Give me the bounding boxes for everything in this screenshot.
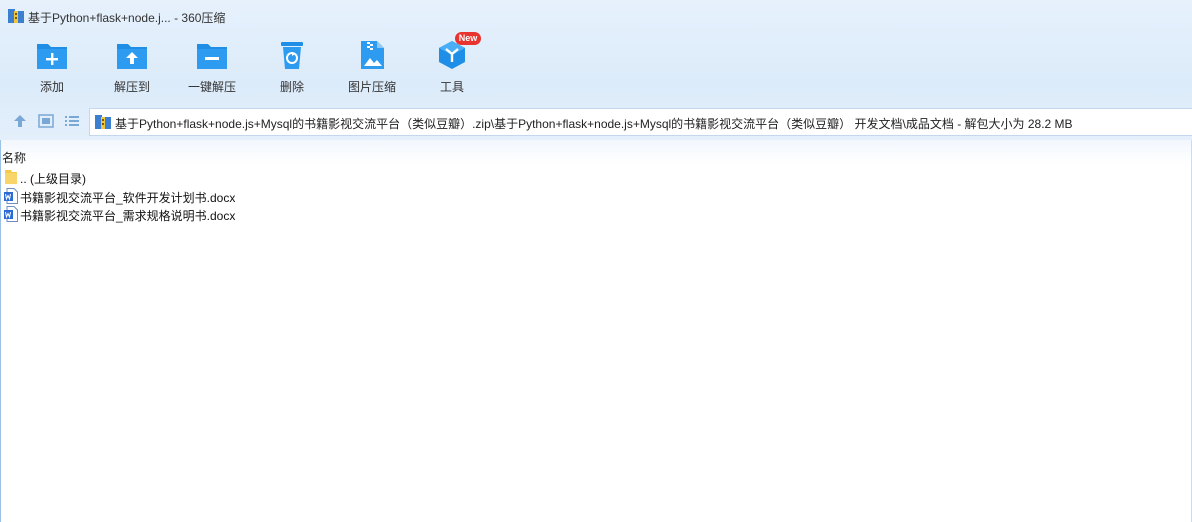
list-item-file[interactable]: 书籍影视交流平台_需求规格说明书.docx <box>0 205 400 223</box>
extract-to-icon <box>117 44 147 69</box>
address-path: 基于Python+flask+node.js+Mysql的书籍影视交流平台（类似… <box>115 117 1073 131</box>
one-click-extract-button[interactable]: 一键解压 <box>177 36 247 98</box>
folder-icon <box>5 170 17 184</box>
list-view-icon[interactable] <box>63 112 81 130</box>
new-badge: New <box>455 32 481 45</box>
list-item-parent-directory[interactable]: .. (上级目录) <box>0 168 400 186</box>
one-click-extract-icon <box>197 44 227 69</box>
word-document-icon <box>4 188 18 204</box>
address-bar[interactable]: 基于Python+flask+node.js+Mysql的书籍影视交流平台（类似… <box>89 108 1192 136</box>
address-row: 基于Python+flask+node.js+Mysql的书籍影视交流平台（类似… <box>0 106 1192 136</box>
image-compress-label: 图片压缩 <box>347 80 396 94</box>
list-item-file[interactable]: 书籍影视交流平台_软件开发计划书.docx <box>0 187 400 205</box>
tools-button[interactable]: 工具 <box>417 36 487 98</box>
file-name: 书籍影视交流平台_需求规格说明书.docx <box>20 209 236 223</box>
column-name-header[interactable]: 名称 <box>2 149 26 166</box>
column-header: 名称 <box>0 140 1192 166</box>
add-button[interactable]: 添加 <box>17 36 87 98</box>
window-title: 基于Python+flask+node.j... - 360压缩 <box>28 11 226 25</box>
word-document-icon <box>4 206 18 222</box>
add-label: 添加 <box>39 80 64 94</box>
file-name: .. (上级目录) <box>20 172 86 186</box>
delete-label: 删除 <box>279 80 304 94</box>
file-name: 书籍影视交流平台_软件开发计划书.docx <box>20 191 236 205</box>
add-icon <box>37 44 67 69</box>
extract-to-button[interactable]: 解压到 <box>97 36 167 98</box>
archive-icon <box>95 115 111 129</box>
delete-icon <box>281 42 303 69</box>
extract-to-label: 解压到 <box>113 80 150 94</box>
title-bar: 基于Python+flask+node.j... - 360压缩 <box>0 0 1192 32</box>
tools-label: 工具 <box>439 80 464 94</box>
delete-button[interactable]: 删除 <box>257 36 327 98</box>
image-compress-icon <box>361 41 384 69</box>
one-click-extract-label: 一键解压 <box>187 80 236 94</box>
archive-app-icon <box>8 9 24 23</box>
thumbnail-view-icon[interactable] <box>37 112 55 130</box>
up-arrow-icon[interactable] <box>11 112 29 130</box>
image-compress-button[interactable]: 图片压缩 <box>337 36 407 98</box>
